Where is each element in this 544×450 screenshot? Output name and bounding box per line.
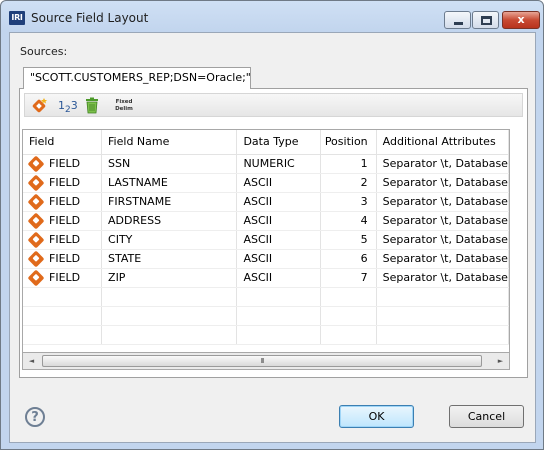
field-label: FIELD (49, 271, 81, 284)
field-name-cell: ADDRESS (101, 211, 238, 231)
field-cell: FIELD (23, 173, 103, 193)
close-button[interactable]: x (502, 11, 540, 29)
attributes-cell: Separator \t, Database (376, 230, 509, 250)
title-bar[interactable]: IRI Source Field Layout x (1, 1, 543, 32)
attributes-cell: Separator \t, Database (376, 268, 509, 288)
tab-source[interactable]: "SCOTT.CUSTOMERS_REP;DSN=Oracle;" (23, 67, 251, 89)
field-name-cell: ZIP (101, 268, 238, 288)
maximize-button[interactable] (472, 11, 499, 29)
field-cell: FIELD (23, 268, 103, 288)
position-cell: 7 (320, 268, 377, 288)
minimize-button[interactable] (444, 11, 471, 29)
field-name-cell: SSN (101, 154, 238, 174)
renumber-button[interactable]: 123 (58, 97, 78, 115)
field-icon (27, 174, 45, 191)
field-icon (27, 155, 45, 172)
field-name-cell: FIRSTNAME (101, 192, 238, 212)
table-header-row: Field Field Name Data Type Position Addi… (23, 130, 509, 155)
table-row[interactable]: FIELD ADDRESS ASCII 4 Separator \t, Data… (23, 211, 509, 231)
data-type-cell: ASCII (236, 230, 321, 250)
table-row[interactable]: FIELD FIRSTNAME ASCII 3 Separator \t, Da… (23, 192, 509, 212)
help-icon[interactable]: ? (25, 407, 45, 427)
field-cell: FIELD (23, 192, 103, 212)
field-label: FIELD (49, 157, 81, 170)
delim-label: Delim (115, 106, 133, 112)
window-title: Source Field Layout (31, 11, 149, 25)
attributes-cell: Separator \t, Database (376, 154, 509, 174)
field-icon (27, 231, 45, 248)
table-row[interactable]: FIELD LASTNAME ASCII 2 Separator \t, Dat… (23, 173, 509, 193)
scroll-left-icon[interactable]: ◄ (23, 353, 40, 369)
cancel-button[interactable]: Cancel (449, 405, 524, 428)
dialog-window: IRI Source Field Layout x Sources: "SCOT… (0, 0, 544, 450)
field-name-cell: LASTNAME (101, 173, 238, 193)
column-header-data-type[interactable]: Data Type (236, 130, 321, 155)
field-cell: FIELD (23, 211, 103, 231)
field-cell: FIELD (23, 230, 103, 250)
table-row[interactable]: FIELD SSN NUMERIC 1 Separator \t, Databa… (23, 154, 509, 174)
column-header-position[interactable]: Position (320, 130, 377, 155)
column-header-additional-attributes[interactable]: Additional Attributes (376, 130, 509, 155)
close-icon: x (517, 13, 525, 26)
renumber-icon: 123 (58, 99, 78, 115)
renumber-digit-1: 1 (58, 99, 65, 112)
field-cell: FIELD (23, 154, 103, 174)
table-row[interactable]: FIELD ZIP ASCII 7 Separator \t, Database (23, 268, 509, 288)
position-cell: 4 (320, 211, 377, 231)
data-type-cell: ASCII (236, 211, 321, 231)
data-type-cell: ASCII (236, 249, 321, 269)
toolbar: 123 Fixed Delim (24, 93, 523, 117)
table-row[interactable]: FIELD STATE ASCII 6 Separator \t, Databa… (23, 249, 509, 269)
attributes-cell: Separator \t, Database (376, 192, 509, 212)
position-cell: 6 (320, 249, 377, 269)
scroll-right-icon[interactable]: ► (492, 353, 509, 369)
field-icon (27, 212, 45, 229)
position-cell: 3 (320, 192, 377, 212)
delete-field-button[interactable] (85, 97, 105, 114)
dialog-body: Sources: "SCOTT.CUSTOMERS_REP;DSN=Oracle… (9, 32, 536, 443)
fixed-delim-toggle-button[interactable]: Fixed Delim (113, 97, 135, 114)
field-label: FIELD (49, 176, 81, 189)
sources-label: Sources: (20, 45, 68, 58)
position-cell: 2 (320, 173, 377, 193)
fixed-label: Fixed (115, 99, 133, 105)
position-cell: 1 (320, 154, 377, 174)
field-label: FIELD (49, 233, 81, 246)
field-icon (27, 193, 45, 210)
field-table[interactable]: Field Field Name Data Type Position Addi… (22, 129, 510, 353)
position-cell: 5 (320, 230, 377, 250)
empty-row (23, 287, 509, 307)
horizontal-scrollbar[interactable]: ◄ III ► (22, 353, 510, 370)
add-field-icon (32, 98, 47, 113)
field-label: FIELD (49, 214, 81, 227)
field-name-cell: CITY (101, 230, 238, 250)
field-label: FIELD (49, 252, 81, 265)
data-type-cell: NUMERIC (236, 154, 321, 174)
field-cell: FIELD (23, 249, 103, 269)
app-logo-icon: IRI (9, 11, 25, 25)
empty-row (23, 325, 509, 345)
ok-button[interactable]: OK (339, 405, 414, 428)
minimize-icon (454, 22, 463, 25)
add-field-button[interactable] (31, 97, 51, 114)
column-header-field[interactable]: Field (23, 130, 103, 155)
field-icon (27, 269, 45, 286)
attributes-cell: Separator \t, Database (376, 249, 509, 269)
data-type-cell: ASCII (236, 192, 321, 212)
maximize-icon (481, 16, 492, 25)
table-row[interactable]: FIELD CITY ASCII 5 Separator \t, Databas… (23, 230, 509, 250)
empty-row (23, 306, 509, 326)
data-type-cell: ASCII (236, 173, 321, 193)
field-table-grid: Field Field Name Data Type Position Addi… (23, 130, 509, 345)
trash-icon (86, 97, 98, 114)
column-header-field-name[interactable]: Field Name (101, 130, 238, 155)
data-type-cell: ASCII (236, 268, 321, 288)
field-name-cell: STATE (101, 249, 238, 269)
field-label: FIELD (49, 195, 81, 208)
field-icon (27, 250, 45, 267)
attributes-cell: Separator \t, Database (376, 173, 509, 193)
attributes-cell: Separator \t, Database (376, 211, 509, 231)
scrollbar-thumb[interactable]: III (42, 355, 482, 367)
renumber-digit-3: 3 (70, 99, 78, 112)
